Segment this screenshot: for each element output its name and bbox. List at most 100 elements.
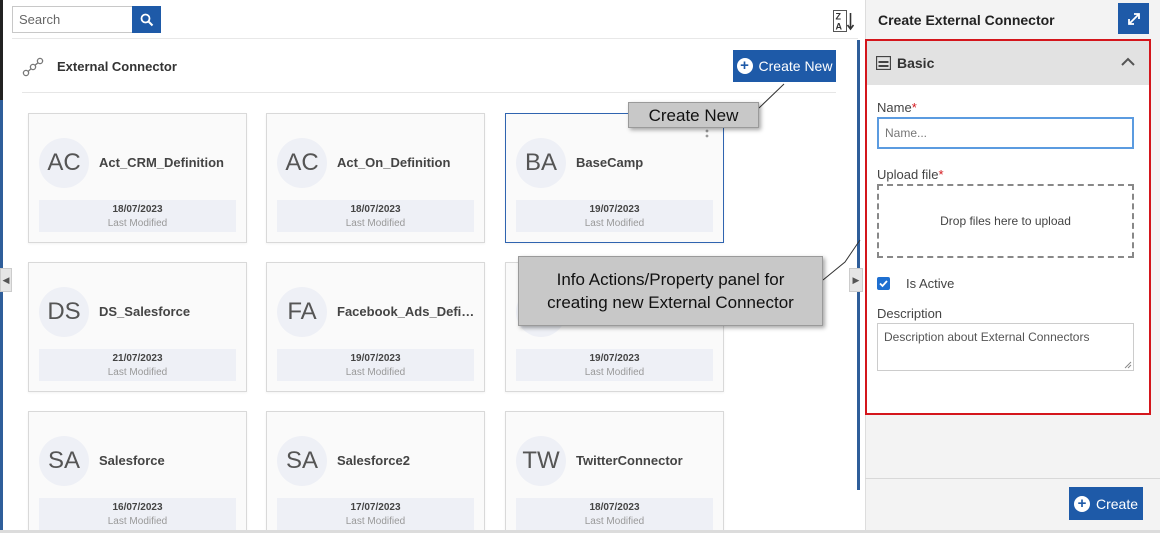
description-field[interactable]: Description about External Connectors	[877, 323, 1134, 371]
search-box	[12, 6, 161, 33]
card-name: TwitterConnector	[576, 453, 683, 468]
dropzone-text: Drop files here to upload	[940, 214, 1071, 228]
form-icon	[876, 56, 891, 70]
svg-text:Z: Z	[836, 12, 842, 22]
connector-card[interactable]: DS DS_Salesforce 21/07/2023 Last Modifie…	[28, 262, 247, 392]
card-footer: 19/07/2023 Last Modified	[277, 349, 474, 381]
section-divider	[22, 92, 836, 93]
card-date: 18/07/2023	[112, 204, 163, 215]
expand-button[interactable]	[1118, 3, 1149, 34]
required-mark: *	[938, 167, 944, 182]
is-active-checkbox[interactable]	[877, 277, 890, 290]
card-date: 18/07/2023	[350, 204, 401, 215]
card-date: 16/07/2023	[112, 502, 163, 513]
create-label: Create	[1095, 495, 1139, 512]
description-label: Description	[877, 306, 943, 321]
sort-za-icon: Z A	[833, 10, 855, 32]
card-name: Act_CRM_Definition	[99, 155, 224, 170]
search-button[interactable]	[132, 6, 161, 33]
check-icon	[879, 280, 888, 288]
panel-title: Create External Connector	[878, 12, 1055, 28]
name-label: Name*	[877, 100, 917, 115]
connector-card[interactable]: FA Facebook_Ads_Defini… 19/07/2023 Last …	[266, 262, 485, 392]
svg-text:A: A	[836, 22, 843, 32]
card-name: Salesforce2	[337, 453, 410, 468]
connector-card-selected[interactable]: BA BaseCamp 19/07/2023 Last Modified	[505, 113, 724, 243]
card-name: Salesforce	[99, 453, 165, 468]
search-icon	[140, 13, 153, 26]
card-date: 18/07/2023	[589, 502, 640, 513]
card-footer: 19/07/2023 Last Modified	[516, 349, 713, 381]
card-footer: 19/07/2023 Last Modified	[516, 200, 713, 232]
avatar: DS	[39, 287, 89, 337]
avatar: SA	[39, 436, 89, 486]
callout-info-panel: Info Actions/Property panel for creating…	[518, 256, 823, 326]
card-modified-label: Last Modified	[107, 516, 168, 527]
connector-card[interactable]: AC Act_On_Definition 18/07/2023 Last Mod…	[266, 113, 485, 243]
card-modified-label: Last Modified	[345, 367, 406, 378]
create-new-button[interactable]: + Create New	[733, 50, 836, 82]
create-new-label: Create New	[758, 58, 833, 74]
card-modified-label: Last Modified	[107, 218, 168, 229]
is-active-label: Is Active	[906, 276, 955, 291]
chevron-up-icon[interactable]	[1119, 53, 1137, 71]
toolbar-divider	[12, 38, 858, 39]
upload-label-text: Upload file	[877, 167, 939, 182]
card-modified-label: Last Modified	[345, 218, 406, 229]
card-name: BaseCamp	[576, 155, 644, 170]
card-modified-label: Last Modified	[107, 367, 168, 378]
app-window: Z A External Connector + Create New AC A…	[0, 0, 1160, 533]
sort-button[interactable]: Z A	[833, 10, 855, 32]
file-dropzone[interactable]: Drop files here to upload	[877, 184, 1134, 258]
upload-label: Upload file*	[877, 167, 944, 182]
callout-info-line1: Info Actions/Property panel for	[556, 270, 785, 289]
card-footer: 16/07/2023 Last Modified	[39, 498, 236, 530]
card-date: 19/07/2023	[350, 353, 401, 364]
connector-card[interactable]: SA Salesforce 16/07/2023 Last Modified	[28, 411, 247, 533]
name-field[interactable]	[877, 117, 1134, 149]
avatar: BA	[516, 138, 566, 188]
basic-section-header[interactable]: Basic	[867, 41, 1149, 85]
resize-grip-icon[interactable]	[1124, 361, 1132, 369]
card-modified-label: Last Modified	[345, 516, 406, 527]
card-footer: 17/07/2023 Last Modified	[277, 498, 474, 530]
search-input[interactable]	[13, 7, 133, 32]
card-footer: 18/07/2023 Last Modified	[39, 200, 236, 232]
required-mark: *	[911, 100, 917, 115]
panel-footer-divider	[865, 478, 1160, 479]
connector-card[interactable]: SA Salesforce2 17/07/2023 Last Modified	[266, 411, 485, 533]
name-label-text: Name	[877, 100, 912, 115]
create-button[interactable]: + Create	[1069, 487, 1143, 520]
collapse-right-handle[interactable]: ▶	[849, 268, 863, 292]
card-name: DS_Salesforce	[99, 304, 191, 319]
card-date: 21/07/2023	[112, 353, 163, 364]
left-edge-bar-top	[0, 0, 3, 100]
connector-icon	[22, 57, 44, 77]
card-date: 19/07/2023	[589, 204, 640, 215]
card-footer: 18/07/2023 Last Modified	[516, 498, 713, 530]
avatar: FA	[277, 287, 327, 337]
splitter-bar[interactable]	[857, 40, 860, 490]
page-title: External Connector	[57, 59, 177, 74]
plus-circle-icon: +	[736, 58, 753, 74]
card-date: 19/07/2023	[589, 353, 640, 364]
avatar: AC	[277, 138, 327, 188]
avatar: SA	[277, 436, 327, 486]
connector-card[interactable]: AC Act_CRM_Definition 18/07/2023 Last Mo…	[28, 113, 247, 243]
card-modified-label: Last Modified	[584, 516, 645, 527]
basic-section-label: Basic	[897, 55, 935, 71]
card-footer: 18/07/2023 Last Modified	[277, 200, 474, 232]
card-name: Act_On_Definition	[337, 155, 451, 170]
collapse-left-handle[interactable]: ◀	[0, 268, 12, 292]
callout-create-new: Create New	[628, 102, 759, 128]
connector-card[interactable]: TW TwitterConnector 18/07/2023 Last Modi…	[505, 411, 724, 533]
card-modified-label: Last Modified	[584, 218, 645, 229]
arrow-left-icon: ◀	[2, 274, 10, 285]
arrow-right-icon: ▶	[852, 274, 860, 285]
avatar: TW	[516, 436, 566, 486]
avatar: AC	[39, 138, 89, 188]
expand-icon	[1127, 12, 1140, 25]
card-footer: 21/07/2023 Last Modified	[39, 349, 236, 381]
card-date: 17/07/2023	[350, 502, 401, 513]
card-name: Facebook_Ads_Defini…	[337, 304, 477, 319]
